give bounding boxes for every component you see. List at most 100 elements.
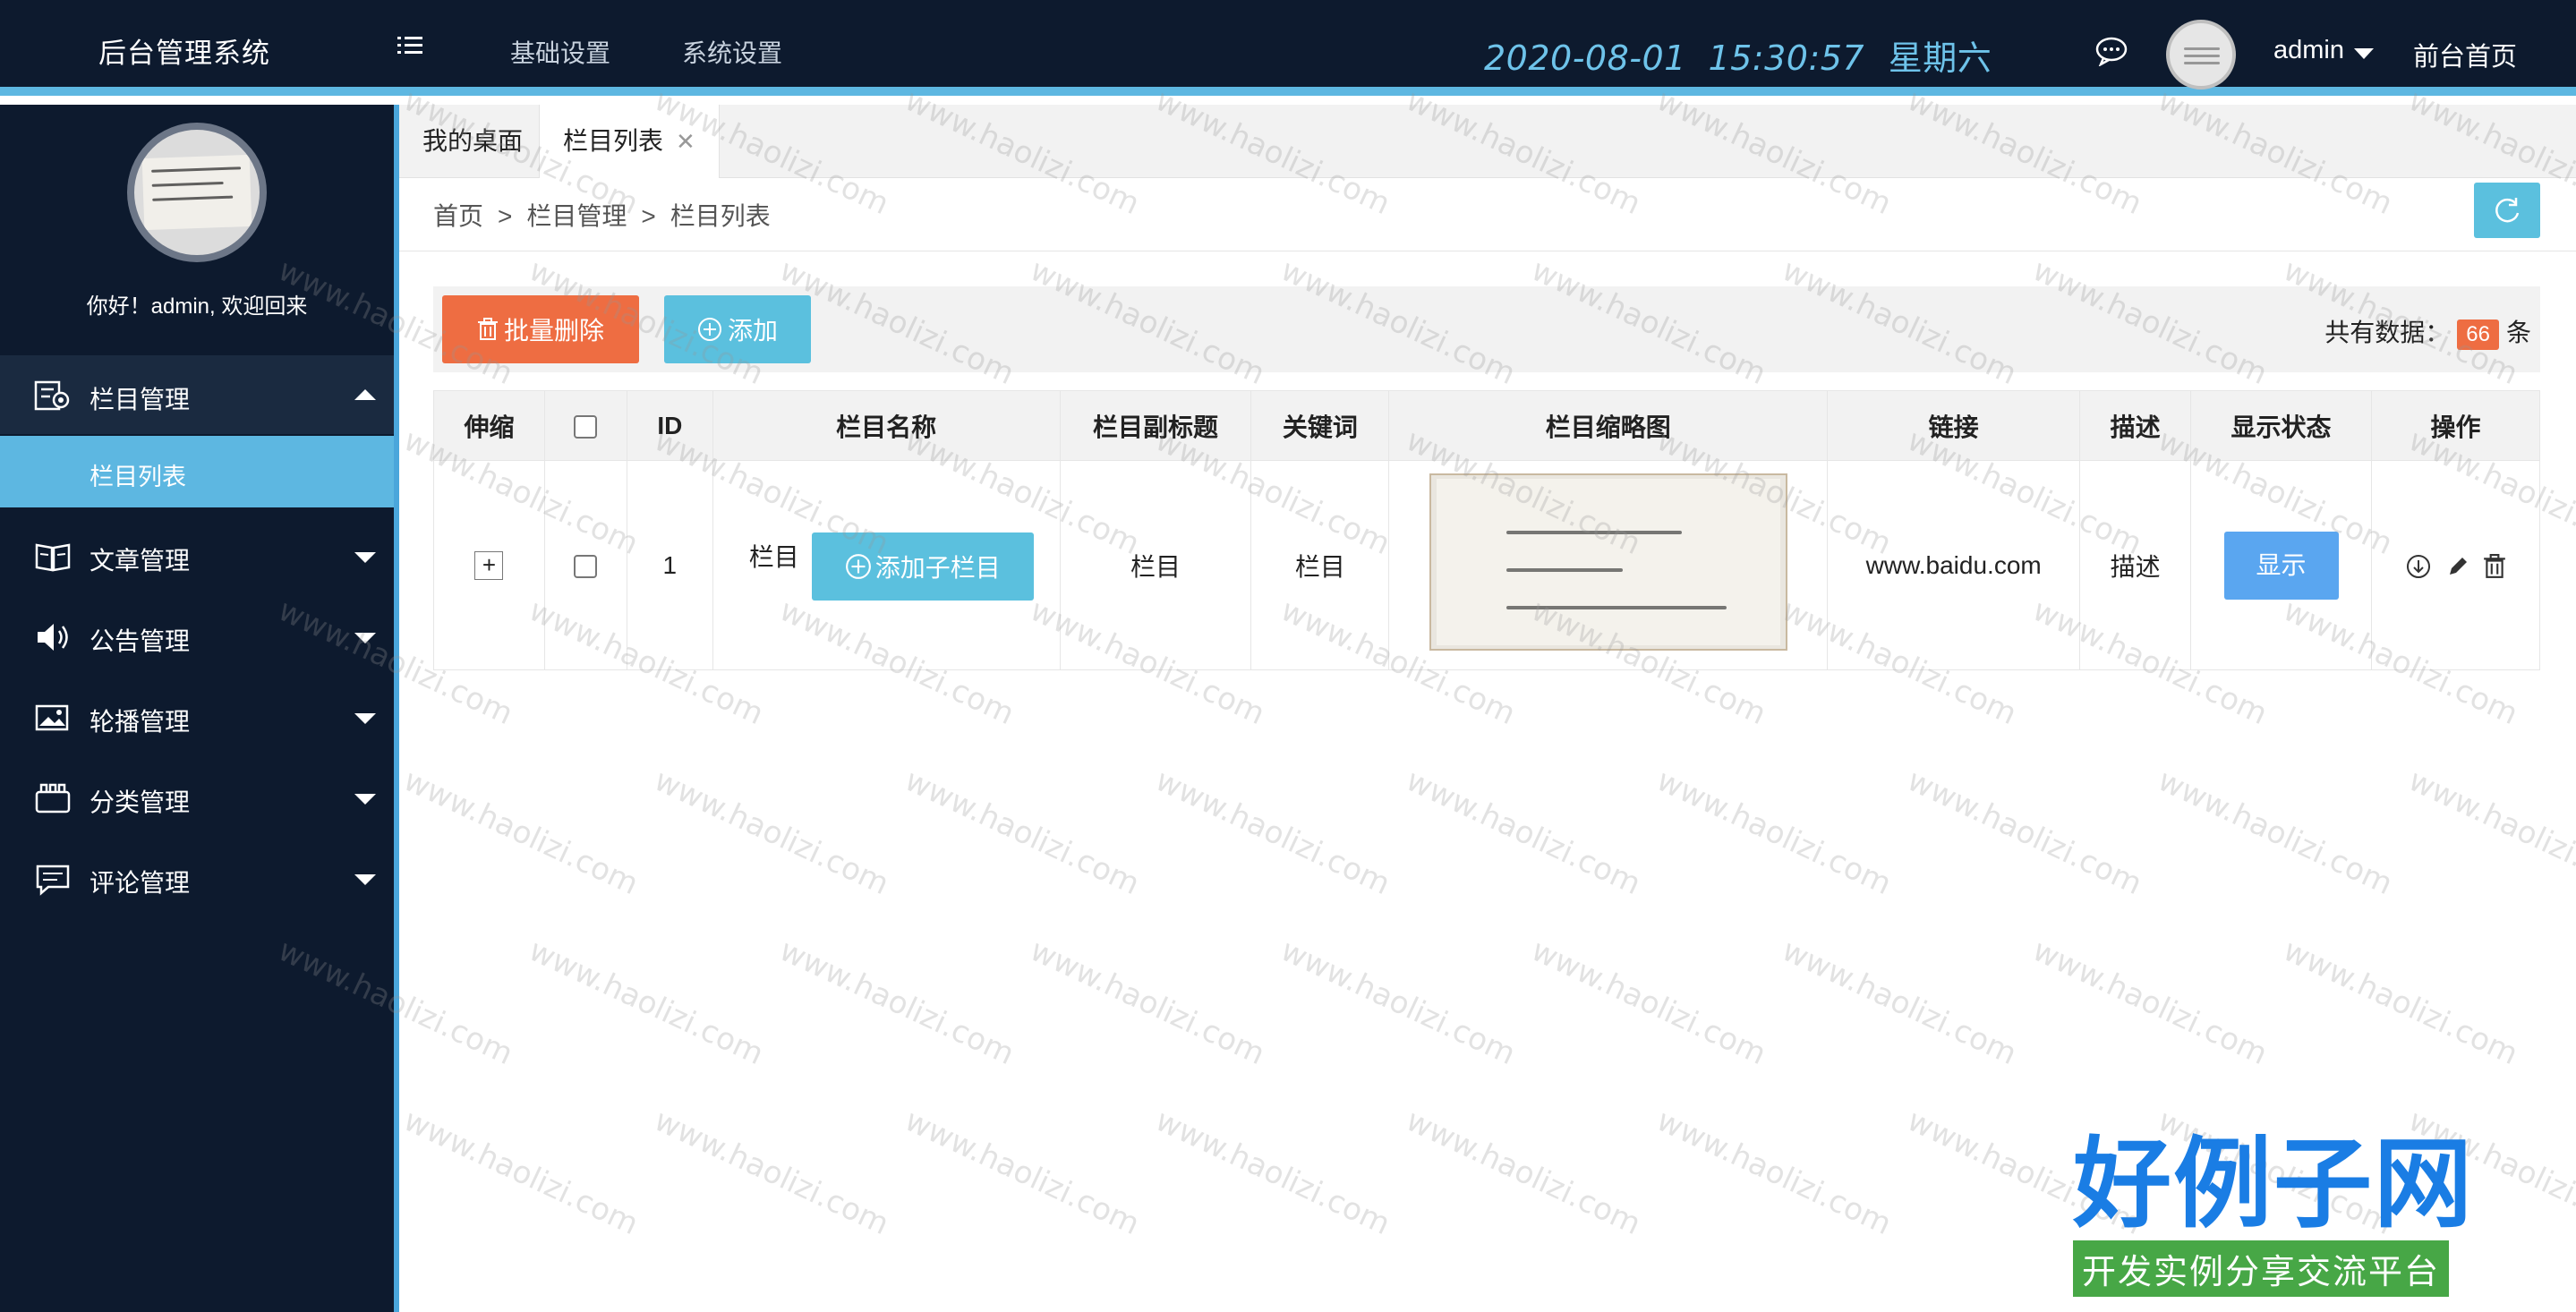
chat-icon[interactable] — [2094, 36, 2128, 66]
watermark-text: www.haolizi.com — [1651, 762, 1898, 903]
app-title: 后台管理系统 — [98, 38, 270, 69]
sidebar: 你好！admin, 欢迎回来 栏目管理 栏目列表 文章管理 公告管理 轮播管理 … — [0, 105, 399, 1312]
total-prefix: 共有数据： — [2324, 319, 2451, 346]
tab-label: 我的桌面 — [422, 127, 524, 155]
add-label: 添加 — [727, 317, 778, 345]
add-child-label: 添加子栏目 — [874, 554, 1001, 582]
book-icon — [35, 543, 71, 572]
refresh-button[interactable] — [2474, 183, 2540, 238]
sidebar-item-label: 公告管理 — [90, 627, 191, 655]
sidebar-item-label: 轮播管理 — [90, 708, 191, 736]
sidebar-item-label: 评论管理 — [90, 869, 191, 897]
sidebar-subitem-label: 栏目列表 — [90, 464, 186, 490]
tab-my-desktop[interactable]: 我的桌面 — [399, 105, 546, 178]
breadcrumb-column-mgmt[interactable]: 栏目管理 — [526, 202, 627, 230]
site-logo-watermark: 好例子网 开发实例分享交流平台 — [2073, 1135, 2494, 1305]
cell-expand: + — [433, 460, 545, 670]
comment-icon — [36, 865, 70, 896]
chevron-down-icon — [354, 633, 376, 643]
th-status: 显示状态 — [2190, 390, 2373, 461]
batch-delete-label: 批量删除 — [503, 317, 604, 345]
chevron-down-icon[interactable] — [2354, 48, 2374, 59]
watermark-text: www.haolizi.com — [397, 1102, 644, 1243]
batch-delete-button[interactable]: 批量删除 — [442, 295, 639, 363]
th-actions: 操作 — [2371, 390, 2540, 461]
watermark-text: www.haolizi.com — [648, 1102, 895, 1243]
close-icon[interactable]: ✕ — [676, 128, 695, 155]
watermark-text: www.haolizi.com — [1149, 762, 1396, 903]
clock-time: 15:30:57 — [1708, 38, 1865, 78]
sidebar-item-notice-mgmt[interactable]: 公告管理 — [0, 597, 394, 676]
sidebar-item-article-mgmt[interactable]: 文章管理 — [0, 516, 394, 595]
sidebar-item-label: 分类管理 — [90, 788, 191, 816]
menu-toggle-icon[interactable] — [397, 34, 424, 57]
download-icon[interactable] — [2405, 553, 2432, 580]
sidebar-item-label: 文章管理 — [90, 547, 191, 575]
sidebar-item-comment-mgmt[interactable]: 评论管理 — [0, 839, 394, 917]
watermark-text: www.haolizi.com — [899, 762, 1146, 903]
watermark-text: www.haolizi.com — [1400, 1102, 1647, 1243]
nav-system-settings[interactable]: 系统设置 — [682, 34, 782, 70]
settings-list-icon — [34, 380, 70, 411]
add-button[interactable]: 添加 — [664, 295, 811, 363]
cell-link: www.baidu.com — [1827, 460, 2081, 670]
watermark-text: www.haolizi.com — [2152, 762, 2399, 903]
th-select-all — [543, 390, 627, 461]
watermark-text: www.haolizi.com — [1901, 762, 2148, 903]
column-name: 栏目 — [748, 543, 799, 571]
image-icon — [35, 704, 69, 731]
th-thumbnail: 栏目缩略图 — [1388, 390, 1829, 461]
tab-bar: 我的桌面 栏目列表 ✕ — [399, 105, 2576, 178]
th-keywords: 关键词 — [1250, 390, 1390, 461]
plus-circle-icon — [697, 318, 721, 341]
trash-icon[interactable] — [2483, 553, 2506, 579]
cell-actions — [2371, 460, 2540, 670]
table-row: + 1 栏目 添加子栏目 栏目 栏目 www.baidu.com 描述 显示 — [433, 460, 2540, 670]
tab-column-list[interactable]: 栏目列表 ✕ — [539, 105, 720, 178]
breadcrumb-home[interactable]: 首页 — [433, 202, 483, 230]
select-all-checkbox[interactable] — [574, 415, 598, 439]
cell-keywords: 栏目 — [1250, 460, 1390, 670]
sidebar-item-category-mgmt[interactable]: 分类管理 — [0, 758, 394, 837]
edit-icon[interactable] — [2446, 555, 2469, 578]
tab-label: 栏目列表 — [563, 127, 664, 155]
user-avatar[interactable] — [2166, 20, 2236, 89]
add-child-button[interactable]: 添加子栏目 — [811, 532, 1034, 601]
thumbnail-image — [1429, 473, 1787, 651]
sidebar-subitem-column-list[interactable]: 栏目列表 — [0, 436, 394, 507]
cell-status: 显示 — [2190, 460, 2373, 670]
column-table: 伸缩 ID 栏目名称 栏目副标题 关键词 栏目缩略图 链接 描述 显示状态 操作… — [433, 390, 2540, 670]
breadcrumb-separator: > — [498, 202, 513, 230]
chevron-up-icon — [354, 389, 376, 400]
th-id: ID — [626, 390, 713, 461]
watermark-text: www.haolizi.com — [397, 762, 644, 903]
total-suffix: 条 — [2505, 319, 2531, 346]
status-toggle-button[interactable]: 显示 — [2223, 531, 2339, 600]
sidebar-avatar — [127, 123, 267, 262]
watermark-text: www.haolizi.com — [2026, 932, 2273, 1073]
watermark-text: www.haolizi.com — [1651, 1102, 1898, 1243]
cell-select — [543, 460, 627, 670]
expand-toggle[interactable]: + — [474, 551, 504, 580]
sidebar-item-column-mgmt[interactable]: 栏目管理 — [0, 355, 394, 434]
clock-date: 2020-08-01 — [1484, 38, 1686, 78]
front-home-link[interactable]: 前台首页 — [2413, 36, 2517, 73]
breadcrumb-separator: > — [641, 202, 656, 230]
toolbar: 批量删除 添加 共有数据： 66 条 — [433, 286, 2540, 372]
total-count: 共有数据： 66 条 — [2324, 313, 2531, 350]
watermark-text: www.haolizi.com — [773, 932, 1020, 1073]
sidebar-item-carousel-mgmt[interactable]: 轮播管理 — [0, 677, 394, 756]
table-header-row: 伸缩 ID 栏目名称 栏目副标题 关键词 栏目缩略图 链接 描述 显示状态 操作 — [433, 390, 2540, 461]
user-menu[interactable]: admin — [2273, 36, 2344, 65]
folder-icon — [35, 783, 71, 814]
watermark-text: www.haolizi.com — [2277, 932, 2524, 1073]
nav-basic-settings[interactable]: 基础设置 — [510, 34, 610, 70]
row-checkbox[interactable] — [574, 555, 598, 579]
welcome-text: 你好！admin, 欢迎回来 — [86, 294, 308, 319]
breadcrumb: 首页 > 栏目管理 > 栏目列表 — [433, 197, 771, 233]
chevron-down-icon — [354, 874, 376, 885]
th-name: 栏目名称 — [712, 390, 1061, 461]
breadcrumb-current: 栏目列表 — [670, 202, 771, 230]
cell-subtitle: 栏目 — [1059, 460, 1252, 670]
th-subtitle: 栏目副标题 — [1059, 390, 1252, 461]
